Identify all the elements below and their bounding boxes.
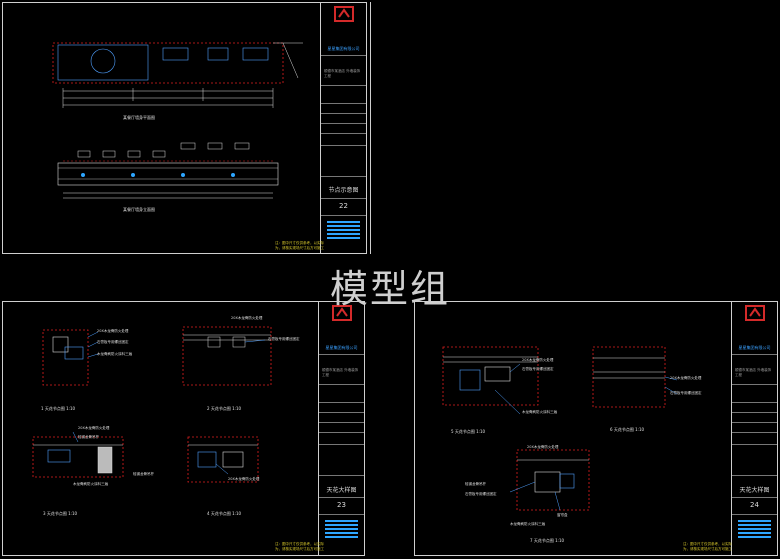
- callout-label: 20X木龙骨防火处理: [97, 329, 129, 333]
- detail-drawing: [442, 346, 678, 511]
- callout-label: 轻钢龙骨吊杆: [133, 472, 154, 476]
- watermark: 模型组: [330, 267, 451, 311]
- callout-label: 20X木龙骨防火处理: [670, 376, 702, 380]
- sheet-title: 节点示意图: [328, 187, 359, 194]
- logo: [321, 5, 366, 27]
- callout-label: 石膏板专用螺丝固定: [97, 340, 129, 344]
- sheet-title: 天花大样图: [739, 487, 770, 494]
- drawing-label: 某餐厅墙身平面图: [123, 115, 155, 120]
- sheet-number: 24: [750, 501, 759, 509]
- company-name: 星星集团有限公司: [738, 345, 771, 350]
- drawing-label: 2 天花节点图 1:10: [207, 406, 242, 411]
- project-name: 顺德市某酒店 外墙装饰工程: [735, 368, 772, 377]
- project-name: 顺德市某酒店 外墙装饰工程: [324, 69, 361, 78]
- drawing-sheet-2: 20X木龙骨防火处理 石膏板专用螺丝固定 木龙骨刷防火涂料三遍 20X木龙骨防火…: [2, 301, 365, 556]
- project-name: 顺德市某酒店 外墙装饰工程: [322, 368, 359, 377]
- callout-label: 20X木龙骨防火处理: [78, 426, 110, 430]
- callout-label: 石膏板专用螺丝固定: [522, 367, 554, 371]
- logo: [732, 304, 777, 326]
- drawing-label: 4 天花节点图 1:10: [207, 511, 242, 516]
- drawing-sheet-1: 某餐厅墙身平面图 某餐厅墙身立面图 星星集团有限公司 顺德市某酒店 外墙装饰工程…: [2, 2, 367, 254]
- drawing-label: 1 天花节点图 1:10: [41, 406, 76, 411]
- sheet-note: 注：图中尺寸仅供参考，以实际 为，请核实现场尺寸后方可施工: [683, 542, 732, 551]
- sheet-number: 23: [337, 501, 346, 509]
- title-block: 星星集团有限公司 顺德市某酒店 外墙装饰工程 节点示意图 22: [320, 3, 366, 253]
- title-block: 星星集团有限公司 顺德市某酒店 外墙装饰工程 天花大样图 23: [318, 302, 364, 555]
- sheet-number: 22: [339, 202, 348, 210]
- callout-label: 石膏板专用螺丝固定: [670, 391, 702, 395]
- callout-label: 20X木龙骨防火处理: [228, 477, 260, 481]
- callout-label: 石膏板专用螺丝固定: [465, 492, 497, 496]
- drawing-label: 3 天花节点图 1:10: [43, 511, 78, 516]
- company-name: 星星集团有限公司: [325, 345, 358, 350]
- drawing-label: 某餐厅墙身立面图: [123, 207, 155, 212]
- sheet-note: 注：图中尺寸仅供参考，以实际 为，请核实现场尺寸后方可施工: [275, 542, 324, 551]
- company-name: 星星集团有限公司: [327, 46, 360, 51]
- callout-label: 窗帘盒: [557, 513, 568, 517]
- drawing-sheet-edge: [370, 2, 778, 254]
- plan-drawing: [52, 42, 303, 199]
- title-block: 星星集团有限公司 顺德市某酒店 外墙装饰工程 天花大样图 24: [731, 302, 777, 555]
- callout-label: 20X木龙骨防火处理: [522, 358, 554, 362]
- callout-label: 木龙骨刷防火涂料三遍: [73, 482, 108, 486]
- callout-label: 木龙骨刷防火涂料三遍: [522, 410, 557, 414]
- drawing-label: 5 天花节点图 1:10: [451, 429, 486, 434]
- drawing-sheet-3: 20X木龙骨防火处理 石膏板专用螺丝固定 木龙骨刷防火涂料三遍 20X木龙骨防火…: [414, 301, 778, 556]
- drawing-label: 6 天花节点图 1:10: [610, 427, 645, 432]
- sheet-title: 天花大样图: [326, 487, 357, 494]
- callout-label: 20X木龙骨防火处理: [231, 316, 263, 320]
- callout-label: 木龙骨刷防火涂料三遍: [97, 352, 132, 356]
- callout-label: 木龙骨刷防火涂料三遍: [510, 522, 545, 526]
- sheet-note: 注：图中尺寸仅供参考，以实际 为，请核实现场尺寸后方可施工: [275, 241, 324, 250]
- drawing-label: 7 天花节点图 1:10: [530, 538, 565, 543]
- callout-label: 轻钢龙骨吊杆: [465, 482, 486, 486]
- callout-label: 轻钢龙骨吊杆: [78, 435, 99, 439]
- callout-label: 20X木龙骨防火处理: [527, 445, 559, 449]
- callout-label: 石膏板专用螺丝固定: [268, 337, 300, 341]
